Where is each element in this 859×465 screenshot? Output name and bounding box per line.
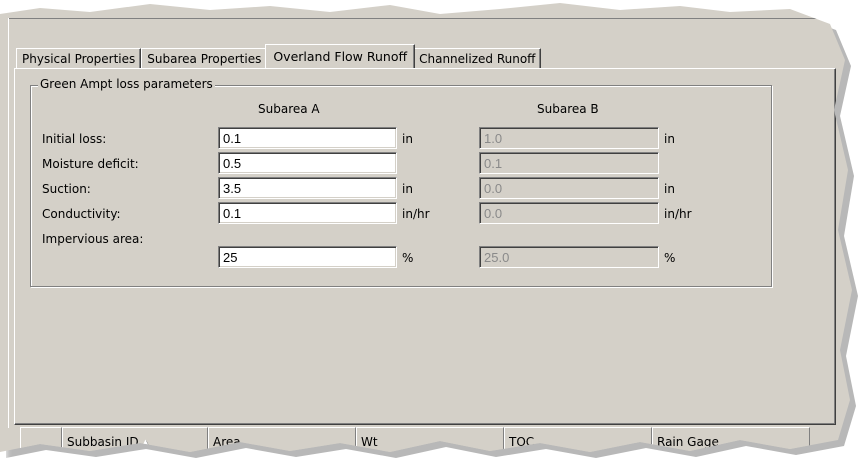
suction-a-input[interactable]	[218, 177, 397, 199]
impervious-area-b-input	[479, 246, 659, 268]
initial-loss-b-unit: in	[664, 132, 675, 146]
initial-loss-label: Initial loss:	[42, 132, 107, 146]
conductivity-a-unit: in/hr	[402, 207, 430, 221]
subarea-b-header: Subarea B	[537, 102, 599, 116]
conductivity-label: Conductivity:	[42, 207, 121, 221]
subarea-a-header: Subarea A	[258, 102, 320, 116]
moisture-deficit-b-input	[479, 152, 659, 174]
suction-a-unit: in	[402, 182, 413, 196]
green-ampt-groupbox	[30, 85, 772, 287]
screenshot-area: Physical Properties Subarea Properties O…	[0, 3, 852, 452]
moisture-deficit-label: Moisture deficit:	[42, 157, 139, 171]
impervious-area-a-unit: %	[402, 251, 414, 265]
moisture-deficit-a-input[interactable]	[218, 152, 397, 174]
panel-border	[8, 18, 838, 19]
initial-loss-b-input	[479, 127, 659, 149]
impervious-area-label: Impervious area:	[42, 232, 144, 246]
impervious-area-b-unit: %	[664, 251, 676, 265]
tab-subarea-properties[interactable]: Subarea Properties	[141, 48, 268, 68]
tab-channelized-runoff[interactable]: Channelized Runoff	[413, 48, 542, 68]
suction-label: Suction:	[42, 182, 91, 196]
tab-overland-flow-runoff[interactable]: Overland Flow Runoff	[265, 44, 416, 68]
conductivity-b-input	[479, 202, 659, 224]
initial-loss-a-input[interactable]	[218, 127, 397, 149]
groupbox-title: Green Ampt loss parameters	[38, 77, 215, 91]
initial-loss-a-unit: in	[402, 132, 413, 146]
suction-b-unit: in	[664, 182, 675, 196]
suction-b-input	[479, 177, 659, 199]
panel-border-left	[8, 18, 9, 428]
impervious-area-a-input[interactable]	[218, 246, 397, 268]
conductivity-a-input[interactable]	[218, 202, 397, 224]
conductivity-b-unit: in/hr	[664, 207, 692, 221]
tab-strip: Physical Properties Subarea Properties O…	[16, 44, 542, 68]
tab-physical-properties[interactable]: Physical Properties	[16, 48, 142, 68]
